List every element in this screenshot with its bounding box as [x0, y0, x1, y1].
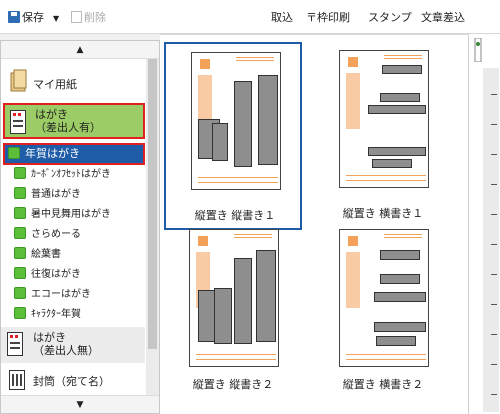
postcard-preview [339, 50, 429, 188]
delete-icon [71, 11, 82, 23]
list-item[interactable]: 絵葉書 [11, 245, 145, 265]
paper-icon [14, 167, 26, 179]
sidebar-scrollbar[interactable] [146, 59, 159, 395]
paper-icon [14, 227, 26, 239]
category-my-paper[interactable]: マイ用紙 [1, 63, 145, 101]
paper-icon [14, 287, 26, 299]
scroll-up-button[interactable]: ▲ [1, 41, 159, 59]
save-dropdown-button[interactable]: ▼ [53, 9, 59, 26]
list-item[interactable]: ｷｬﾗｸﾀｰ年賀 [11, 305, 145, 325]
toolbar: 保存 ▼ 削除 取込 〒枠印刷 スタンプ 文章差込 [0, 0, 500, 34]
paper-icon [14, 207, 26, 219]
layout-thumbnail[interactable]: 縦置き 横書き２ [314, 229, 452, 414]
paper-icon [14, 187, 26, 199]
paper-icon [14, 267, 26, 279]
postcard-icon [10, 110, 26, 134]
postcard-preview [191, 52, 281, 190]
layout-thumbnail[interactable]: 縦置き 横書き１ [314, 44, 452, 232]
category-envelope[interactable]: 封筒（宛て名） [1, 367, 145, 393]
postcard-preview [339, 229, 429, 367]
ruler-marker-icon [474, 38, 482, 62]
list-item[interactable]: さらめーる [11, 225, 145, 245]
paper-icon [14, 247, 26, 259]
ruler-track[interactable] [483, 68, 499, 412]
list-item[interactable]: ｶｰﾎﾞﾝｵﾌｾｯﾄはがき [11, 165, 145, 185]
category-hagaki-sender[interactable]: はがき （差出人有） [3, 103, 145, 139]
paper-category-sidebar: ▲ マイ用紙 はがき （差出人有） 年賀はがき ｶｰﾎﾞﾝｵﾌｾｯﾄはがき 普通… [0, 40, 160, 414]
delete-button[interactable]: 削除 [71, 9, 106, 26]
save-icon [8, 11, 20, 23]
layout-thumbnail[interactable]: 縦置き 縦書き２ [164, 229, 302, 414]
paper-icon [8, 147, 20, 159]
list-item[interactable]: エコーはがき [11, 285, 145, 305]
frame-print-button[interactable]: 〒枠印刷 [306, 9, 350, 26]
postcard-icon [7, 332, 23, 356]
list-item[interactable]: 普通はがき [11, 185, 145, 205]
chevron-down-icon: ▼ [53, 14, 60, 23]
scroll-down-button[interactable]: ▼ [1, 395, 159, 413]
layout-thumbnail[interactable]: 縦置き 縦書き１ [164, 42, 302, 230]
text-insert-button[interactable]: 文章差込 [421, 9, 465, 26]
import-button[interactable]: 取込 [271, 9, 293, 26]
list-item[interactable]: 往復はがき [11, 265, 145, 285]
save-button[interactable]: 保存 [8, 9, 44, 26]
scrollbar-thumb[interactable] [148, 59, 157, 349]
paper-stack-icon [10, 69, 27, 92]
list-item-nenga-selected[interactable]: 年賀はがき [3, 143, 145, 165]
stamp-button[interactable]: スタンプ [368, 9, 412, 26]
postcard-preview [189, 229, 279, 367]
category-hagaki-nosender[interactable]: はがき （差出人無） [1, 327, 145, 363]
envelope-icon [9, 370, 25, 390]
list-item[interactable]: 暑中見舞用はがき [11, 205, 145, 225]
paper-icon [14, 307, 26, 319]
vertical-ruler [468, 34, 500, 414]
layout-thumbnail-grid: 縦置き 縦書き１ 縦置き 横書き１ 縦置き 縦書き２ 縦置き 横書き２ [160, 34, 468, 414]
